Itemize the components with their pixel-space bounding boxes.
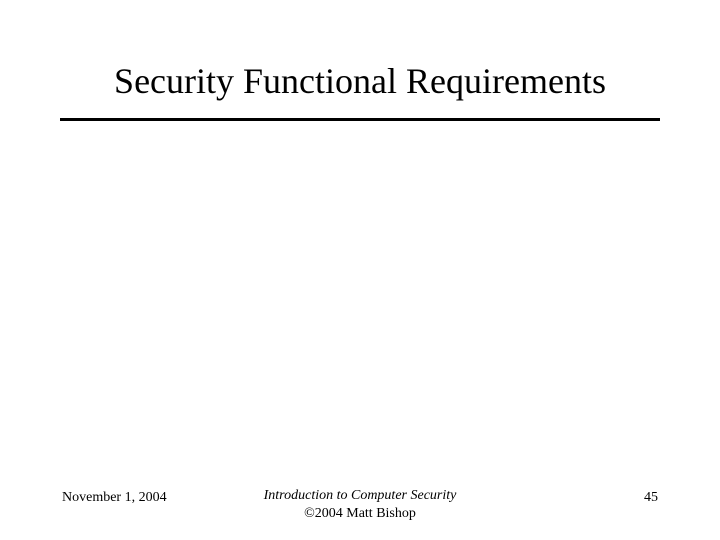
footer-book-title: Introduction to Computer Security <box>0 487 720 505</box>
slide-title: Security Functional Requirements <box>0 60 720 102</box>
footer-copyright: ©2004 Matt Bishop <box>0 505 720 523</box>
slide-footer: November 1, 2004 Introduction to Compute… <box>0 486 720 526</box>
footer-page-number: 45 <box>644 490 658 506</box>
footer-center: Introduction to Computer Security ©2004 … <box>0 487 720 522</box>
slide: Security Functional Requirements Novembe… <box>0 0 720 540</box>
title-underline <box>60 118 660 121</box>
